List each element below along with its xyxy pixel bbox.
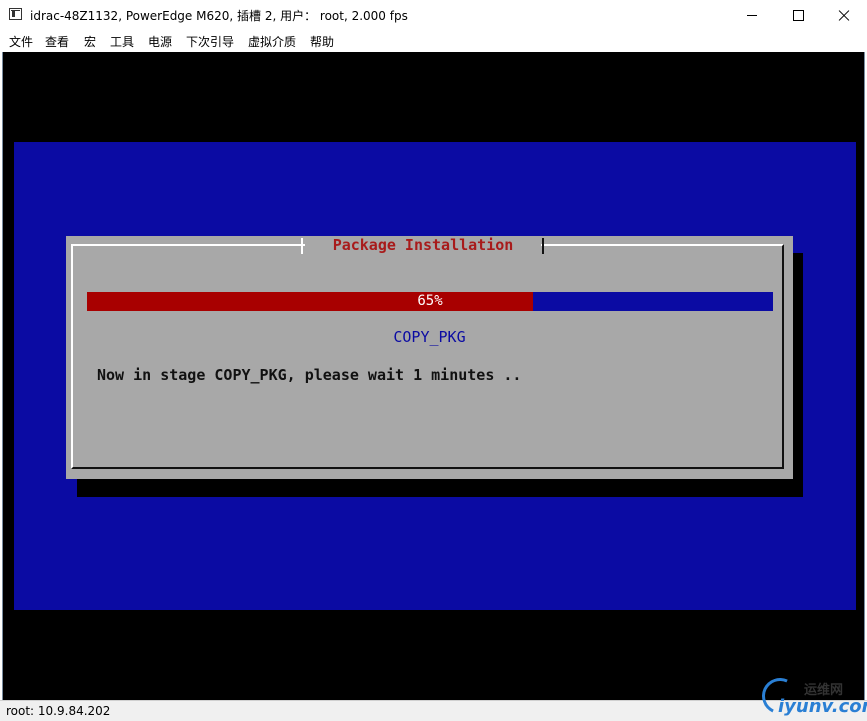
progress-label: 65% bbox=[417, 293, 443, 309]
stage-name: COPY_PKG bbox=[393, 328, 466, 346]
close-button[interactable] bbox=[821, 0, 867, 30]
menu-view[interactable]: 查看 bbox=[45, 33, 69, 50]
minimize-button[interactable] bbox=[729, 0, 775, 30]
status-bar: root: 10.9.84.202 bbox=[0, 700, 867, 721]
menu-file[interactable]: 文件 bbox=[9, 33, 33, 50]
window-title: idrac-48Z1132, PowerEdge M620, 插槽 2, 用户：… bbox=[30, 9, 408, 23]
watermark-logo: 运维网 iyunv.com bbox=[756, 672, 867, 720]
menu-bar: 文件 查看 宏 工具 电源 下次引导 虚拟介质 帮助 bbox=[0, 30, 867, 52]
progress-bar: 65% bbox=[87, 292, 773, 311]
menu-power[interactable]: 电源 bbox=[148, 33, 172, 50]
title-divider-left bbox=[301, 238, 303, 254]
stage-message: Now in stage COPY_PKG, please wait 1 min… bbox=[97, 366, 522, 384]
status-text: root: 10.9.84.202 bbox=[6, 704, 111, 718]
window-titlebar[interactable]: idrac-48Z1132, PowerEdge M620, 插槽 2, 用户：… bbox=[0, 0, 867, 30]
dialog-title: Package Installation bbox=[305, 236, 541, 254]
dialog-frame bbox=[71, 244, 784, 469]
maximize-button[interactable] bbox=[775, 0, 821, 30]
menu-tools[interactable]: 工具 bbox=[110, 33, 134, 50]
title-divider-right bbox=[542, 238, 544, 254]
menu-help[interactable]: 帮助 bbox=[310, 33, 334, 50]
watermark-en-text: iyunv.com bbox=[778, 696, 867, 717]
menu-next-boot[interactable]: 下次引导 bbox=[186, 33, 234, 50]
menu-macro[interactable]: 宏 bbox=[84, 33, 96, 50]
app-window-icon bbox=[9, 8, 22, 20]
package-installation-dialog: Package Installation 65% COPY_PKG Now in… bbox=[66, 236, 793, 479]
menu-virtual-media[interactable]: 虚拟介质 bbox=[248, 33, 296, 50]
